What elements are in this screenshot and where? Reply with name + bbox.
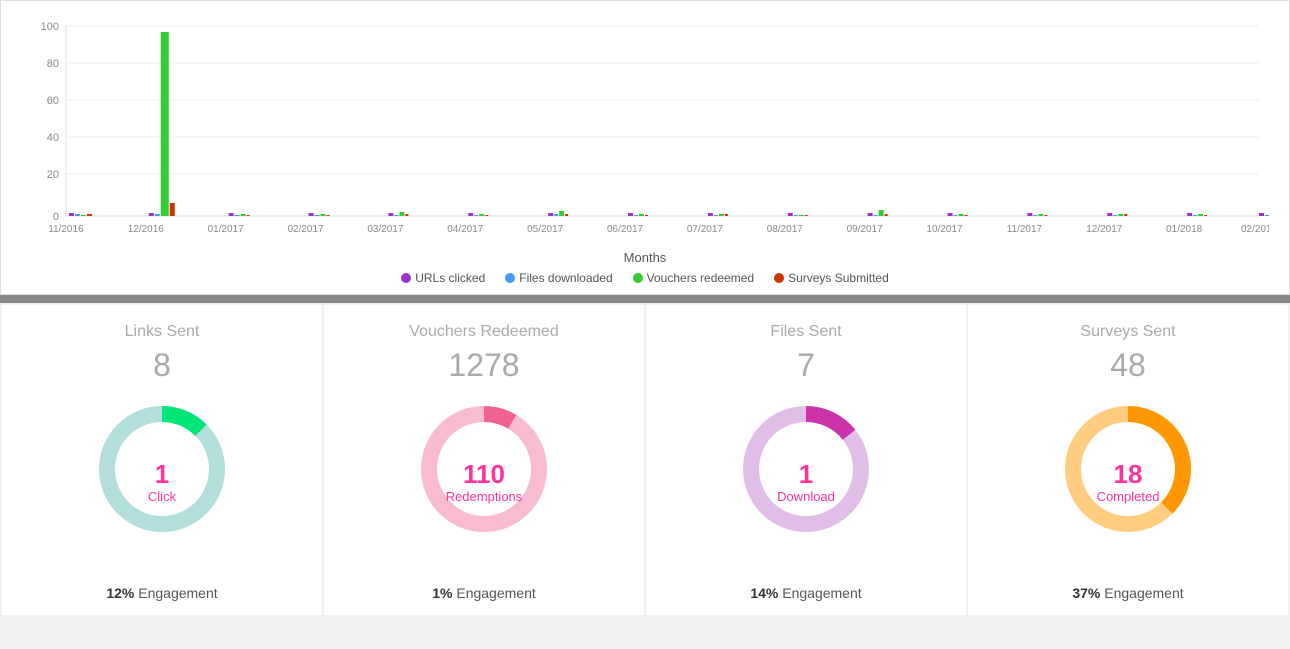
files-donut: 1 Download xyxy=(731,394,881,571)
svg-text:11/2016: 11/2016 xyxy=(48,224,84,235)
links-sent-total: 8 xyxy=(153,347,171,384)
surveys-center: 18 Completed xyxy=(1097,461,1160,504)
vouchers-engagement-label: Engagement xyxy=(456,585,535,601)
legend-label-files: Files downloaded xyxy=(519,271,612,285)
legend-surveys: Surveys Submitted xyxy=(774,271,889,285)
links-sent-donut: 1 Click xyxy=(87,394,237,571)
links-sent-engagement-label: Engagement xyxy=(138,585,217,601)
svg-text:08/2017: 08/2017 xyxy=(767,224,804,235)
surveys-pct: 37% xyxy=(1072,585,1100,601)
legend-vouchers: Vouchers redeemed xyxy=(633,271,754,285)
vouchers-value: 110 xyxy=(446,461,523,487)
files-center: 1 Download xyxy=(777,461,835,504)
links-sent-title: Links Sent xyxy=(125,323,200,341)
stats-cards-row: Links Sent 8 1 Click 12% Engagement Vouc… xyxy=(0,303,1290,617)
surveys-engagement-label: Engagement xyxy=(1104,585,1183,601)
vouchers-engagement: 1% Engagement xyxy=(432,585,536,601)
svg-text:03/2017: 03/2017 xyxy=(367,224,404,235)
surveys-title: Surveys Sent xyxy=(1080,323,1175,341)
chart-legend: URLs clicked Files downloaded Vouchers r… xyxy=(21,271,1269,285)
legend-label-vouchers: Vouchers redeemed xyxy=(647,271,754,285)
x-axis-title: Months xyxy=(21,250,1269,265)
svg-text:05/2017: 05/2017 xyxy=(527,224,564,235)
svg-text:20: 20 xyxy=(47,169,59,181)
section-divider xyxy=(0,295,1290,303)
surveys-label: Completed xyxy=(1097,489,1160,504)
legend-dot-urls xyxy=(401,273,411,283)
svg-text:100: 100 xyxy=(41,21,59,33)
surveys-value: 18 xyxy=(1097,461,1160,487)
vouchers-label: Redemptions xyxy=(446,489,523,504)
legend-dot-files xyxy=(505,273,515,283)
svg-text:0: 0 xyxy=(53,211,59,223)
legend-dot-surveys xyxy=(774,273,784,283)
svg-text:11/2017: 11/2017 xyxy=(1007,224,1043,235)
links-sent-label: Click xyxy=(148,489,176,504)
files-pct: 14% xyxy=(750,585,778,601)
svg-text:10/2017: 10/2017 xyxy=(926,224,963,235)
files-label: Download xyxy=(777,489,835,504)
svg-text:02/2018: 02/2018 xyxy=(1241,224,1269,235)
legend-label-urls: URLs clicked xyxy=(415,271,485,285)
links-sent-engagement: 12% Engagement xyxy=(106,585,217,601)
surveys-engagement: 37% Engagement xyxy=(1072,585,1183,601)
vouchers-title: Vouchers Redeemed xyxy=(409,323,558,341)
svg-text:12/2017: 12/2017 xyxy=(1086,224,1123,235)
surveys-total: 48 xyxy=(1110,347,1146,384)
chart-inner: 100 80 60 40 20 0 11/2016 12/2016 01/201… xyxy=(21,16,1269,246)
svg-text:02/2017: 02/2017 xyxy=(288,224,325,235)
svg-text:09/2017: 09/2017 xyxy=(847,224,884,235)
files-value: 1 xyxy=(777,461,835,487)
files-card: Files Sent 7 1 Download 14% Engagement xyxy=(646,305,966,615)
svg-text:12/2016: 12/2016 xyxy=(128,224,165,235)
surveys-donut: 18 Completed xyxy=(1053,394,1203,571)
vouchers-total: 1278 xyxy=(448,347,519,384)
links-sent-value: 1 xyxy=(148,461,176,487)
svg-text:06/2017: 06/2017 xyxy=(607,224,644,235)
legend-files: Files downloaded xyxy=(505,271,612,285)
files-engagement-label: Engagement xyxy=(782,585,861,601)
svg-text:01/2018: 01/2018 xyxy=(1166,224,1203,235)
svg-text:04/2017: 04/2017 xyxy=(447,224,484,235)
legend-label-surveys: Surveys Submitted xyxy=(788,271,889,285)
vouchers-donut: 110 Redemptions xyxy=(409,394,559,571)
vouchers-pct: 1% xyxy=(432,585,452,601)
vouchers-center: 110 Redemptions xyxy=(446,461,523,504)
svg-text:40: 40 xyxy=(47,132,59,144)
svg-text:60: 60 xyxy=(47,95,59,107)
surveys-card: Surveys Sent 48 18 Completed 37% Engagem… xyxy=(968,305,1288,615)
vouchers-card: Vouchers Redeemed 1278 110 Redemptions 1… xyxy=(324,305,644,615)
chart-container: 100 80 60 40 20 0 11/2016 12/2016 01/201… xyxy=(0,0,1290,295)
svg-text:01/2017: 01/2017 xyxy=(208,224,245,235)
files-title: Files Sent xyxy=(770,323,841,341)
legend-urls: URLs clicked xyxy=(401,271,485,285)
links-sent-card: Links Sent 8 1 Click 12% Engagement xyxy=(2,305,322,615)
links-sent-pct: 12% xyxy=(106,585,134,601)
bar-chart: 100 80 60 40 20 0 11/2016 12/2016 01/201… xyxy=(21,16,1269,246)
links-sent-center: 1 Click xyxy=(148,461,176,504)
svg-text:80: 80 xyxy=(47,58,59,70)
files-total: 7 xyxy=(797,347,815,384)
svg-text:07/2017: 07/2017 xyxy=(687,224,724,235)
legend-dot-vouchers xyxy=(633,273,643,283)
files-engagement: 14% Engagement xyxy=(750,585,861,601)
